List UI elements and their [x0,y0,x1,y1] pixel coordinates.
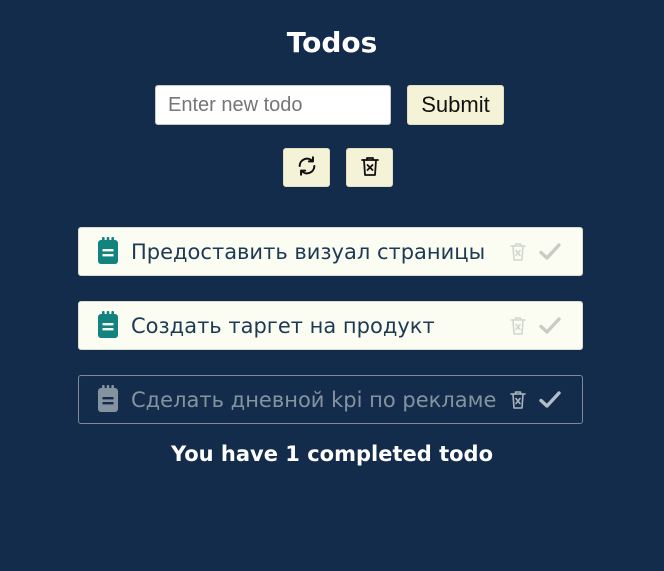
trash-x-icon [360,156,379,179]
check-icon[interactable] [539,242,561,262]
check-icon[interactable] [539,316,561,336]
delete-todo-icon[interactable] [509,242,527,262]
todo-item[interactable]: Создать таргет на продукт [78,301,583,350]
submit-button[interactable]: Submit [407,85,504,125]
delete-todo-icon[interactable] [509,390,527,410]
todo-text: Предоставить визуал страницы [131,239,486,264]
clear-completed-button[interactable] [346,148,393,187]
delete-todo-icon[interactable] [509,316,527,336]
check-icon[interactable] [539,390,561,410]
notepad-icon [96,385,120,413]
todo-app: Todos Submit [0,0,664,571]
todo-text: Сделать дневной kpi по рекламе [131,387,497,412]
todo-item-completed[interactable]: Сделать дневной kpi по рекламе [78,375,583,424]
new-todo-input[interactable] [155,85,391,125]
refresh-icon [296,155,318,180]
completed-summary: You have 1 completed todo [170,442,494,466]
page-title: Todos [286,26,378,59]
notepad-icon [96,237,120,265]
refresh-button[interactable] [283,148,330,187]
todo-text: Создать таргет на продукт [131,313,435,338]
todo-item[interactable]: Предоставить визуал страницы [78,227,583,276]
notepad-icon [96,311,120,339]
